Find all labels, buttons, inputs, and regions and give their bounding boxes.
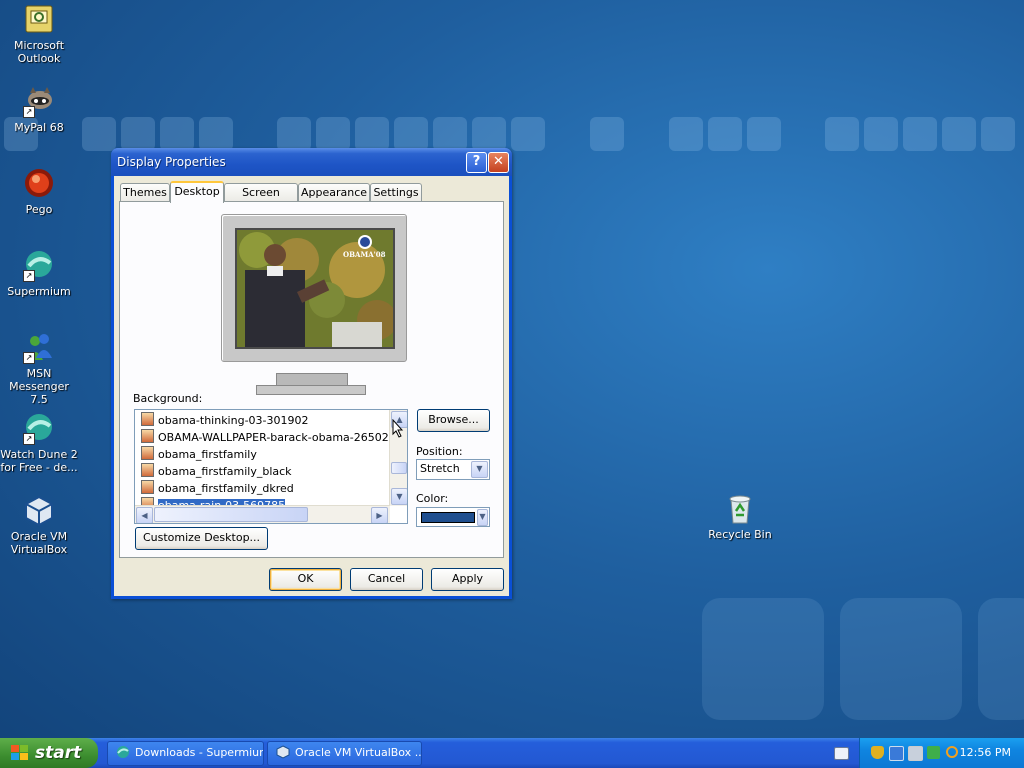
tab-settings[interactable]: Settings xyxy=(370,183,422,201)
cancel-button[interactable]: Cancel xyxy=(350,568,423,591)
tab-themes[interactable]: Themes xyxy=(120,183,170,201)
position-value: Stretch xyxy=(420,462,460,475)
shortcut-arrow-icon: ↗ xyxy=(23,433,35,445)
background-label: Background: xyxy=(133,392,203,405)
position-label: Position: xyxy=(416,445,463,458)
color-picker-button[interactable]: ▼ xyxy=(416,507,490,527)
browse-button[interactable]: Browse... xyxy=(417,409,490,432)
taskbar-item-label: Downloads - Supermium xyxy=(135,746,264,759)
supermium-icon xyxy=(116,745,130,759)
desktop-icon-label: Watch Dune 2 for Free - de... xyxy=(0,448,78,474)
taskbar-item-supermium[interactable]: Downloads - Supermium xyxy=(107,741,264,766)
tab-appearance[interactable]: Appearance xyxy=(298,183,370,201)
taskbar-item-label: Oracle VM VirtualBox ... xyxy=(295,746,422,759)
background-list[interactable]: obama-thinking-03-301902 OBAMA-WALLPAPER… xyxy=(134,409,408,524)
shortcut-arrow-icon: ↗ xyxy=(23,352,35,364)
desktop-icon-label: MyPal 68 xyxy=(14,121,64,134)
windows-flag-icon xyxy=(11,745,28,760)
taskbar-item-virtualbox[interactable]: Oracle VM VirtualBox ... xyxy=(267,741,422,766)
start-button[interactable]: start xyxy=(0,738,98,768)
image-file-icon xyxy=(141,429,154,443)
desktop-decoration-large xyxy=(978,598,1024,720)
desktop-icon-label: Microsoft Outlook xyxy=(13,39,65,65)
outlook-icon xyxy=(23,4,55,36)
desktop-icon-label: Oracle VM VirtualBox xyxy=(10,530,68,556)
desktop-icon-supermium[interactable]: ↗ Supermium xyxy=(0,250,79,298)
supermium-icon: ↗ xyxy=(23,413,55,445)
desktop-icon-pego[interactable]: Pego xyxy=(0,168,79,216)
tab-desktop[interactable]: Desktop xyxy=(170,181,224,203)
desktop-icon-mypal[interactable]: ↗ MyPal 68 xyxy=(0,86,79,134)
security-shield-icon[interactable] xyxy=(871,746,884,759)
window-title: Display Properties xyxy=(117,155,226,169)
help-button[interactable]: ? xyxy=(466,152,487,173)
title-bar[interactable]: Display Properties ? ✕ xyxy=(111,148,512,176)
wallpaper-preview: OBAMA'08 xyxy=(235,228,395,349)
image-file-icon xyxy=(141,463,154,477)
close-icon: ✕ xyxy=(493,154,504,169)
safely-remove-hardware-icon[interactable] xyxy=(927,746,940,759)
recycle-bin-icon xyxy=(724,493,756,525)
shortcut-arrow-icon: ↗ xyxy=(23,270,35,282)
window-body: Themes Desktop Screen Saver Appearance S… xyxy=(114,176,509,596)
system-tray: 12:56 PM xyxy=(859,738,1024,768)
scroll-left-icon[interactable]: ◀ xyxy=(136,507,153,523)
desktop-icon-virtualbox[interactable]: Oracle VM VirtualBox xyxy=(0,495,79,556)
mouse-cursor-icon xyxy=(392,419,404,438)
desktop-tab-panel: OBAMA'08 Background: obama-thinking-03-3… xyxy=(119,201,504,558)
desktop-icon-msn[interactable]: ↗ MSN Messenger 7.5 xyxy=(0,332,79,406)
display-properties-window: Display Properties ? ✕ Themes Desktop Sc… xyxy=(111,148,512,599)
background-list-item[interactable]: obama_firstfamily xyxy=(141,446,257,462)
network-icon[interactable] xyxy=(889,746,904,761)
network-disconnected-icon[interactable] xyxy=(908,746,923,761)
image-file-icon xyxy=(141,412,154,426)
ok-button[interactable]: OK xyxy=(269,568,342,591)
horizontal-scroll-thumb[interactable] xyxy=(154,507,308,522)
raccoon-icon: ↗ xyxy=(23,86,55,118)
image-file-icon xyxy=(141,446,154,460)
tab-screen-saver[interactable]: Screen Saver xyxy=(224,183,298,216)
desktop-preview-monitor: OBAMA'08 xyxy=(221,214,407,362)
monitor-stand xyxy=(256,385,366,395)
chevron-down-icon: ▼ xyxy=(471,461,488,478)
scroll-down-icon[interactable]: ▼ xyxy=(391,488,407,505)
position-select[interactable]: Stretch ▼ xyxy=(416,459,490,480)
color-swatch xyxy=(421,512,475,523)
taskbar: start Downloads - Supermium Oracle VM Vi… xyxy=(0,738,1024,768)
background-list-item[interactable]: OBAMA-WALLPAPER-barack-obama-2650262-8 xyxy=(141,429,407,445)
keyboard-icon[interactable] xyxy=(834,747,849,760)
desktop-decoration-large xyxy=(840,598,962,720)
background-list-item[interactable]: obama_firstfamily_black xyxy=(141,463,292,479)
obama-badge-text: OBAMA'08 xyxy=(343,250,386,259)
msn-messenger-icon: ↗ xyxy=(23,332,55,364)
desktop-icon-label: MSN Messenger 7.5 xyxy=(9,367,69,406)
desktop-icon-label: Supermium xyxy=(7,285,71,298)
desktop-icon-label: Pego xyxy=(25,203,53,216)
vertical-scroll-thumb[interactable] xyxy=(391,462,407,474)
background-list-item[interactable]: obama_firstfamily_dkred xyxy=(141,480,294,496)
background-list-item[interactable]: obama-thinking-03-301902 xyxy=(141,412,309,428)
supermium-icon: ↗ xyxy=(23,250,55,282)
desktop-icon-outlook[interactable]: Microsoft Outlook xyxy=(0,4,79,65)
desktop-icon-label: Recycle Bin xyxy=(708,528,772,541)
color-label: Color: xyxy=(416,492,449,505)
scroll-right-icon[interactable]: ▶ xyxy=(371,507,388,523)
desktop-icon-recycle-bin[interactable]: Recycle Bin xyxy=(700,493,780,541)
desktop-icon-watch-dune[interactable]: ↗ Watch Dune 2 for Free - de... xyxy=(0,413,79,474)
close-button[interactable]: ✕ xyxy=(488,152,509,173)
chevron-down-icon: ▼ xyxy=(477,509,488,526)
start-label: start xyxy=(35,743,82,763)
shortcut-arrow-icon: ↗ xyxy=(23,106,35,118)
image-file-icon xyxy=(141,480,154,494)
virtualbox-cube-icon xyxy=(23,495,55,527)
virtualbox-cube-icon xyxy=(276,745,290,759)
desktop-decoration-large xyxy=(702,598,824,720)
search-icon[interactable] xyxy=(946,746,958,758)
horizontal-scrollbar[interactable]: ◀ ▶ xyxy=(135,505,390,523)
taskbar-clock[interactable]: 12:56 PM xyxy=(960,746,1011,759)
customize-desktop-button[interactable]: Customize Desktop... xyxy=(135,527,268,550)
pego-icon xyxy=(23,168,55,200)
apply-button[interactable]: Apply xyxy=(431,568,504,591)
